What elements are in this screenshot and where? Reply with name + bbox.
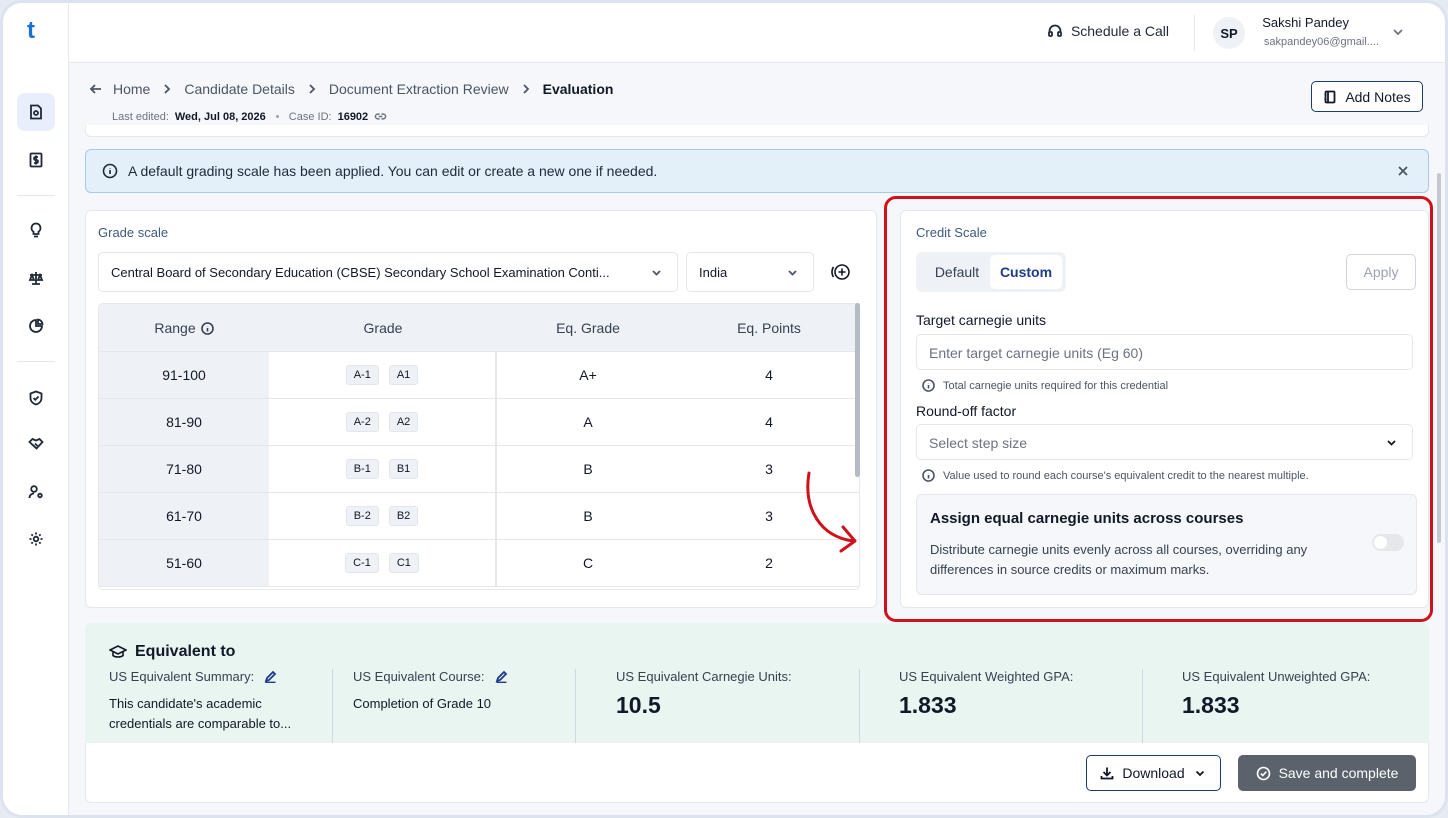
chevron-right-icon	[309, 84, 316, 94]
notebook-icon	[1324, 90, 1336, 103]
grade-chip: B-1	[345, 459, 379, 479]
grade-chip: B1	[388, 459, 419, 479]
sidebar-scale-icon[interactable]	[17, 259, 55, 297]
header-card-edge	[85, 125, 1429, 137]
sidebar-user-settings-icon[interactable]	[17, 473, 55, 511]
country-select[interactable]: India	[686, 252, 814, 292]
user-email: sakpandey06@gmail....	[1263, 36, 1379, 48]
sidebar-settings-icon[interactable]	[17, 520, 55, 558]
info-icon[interactable]	[196, 320, 214, 336]
grade-scale-title: Grade scale	[98, 225, 169, 240]
sidebar-shield-icon[interactable]	[17, 379, 55, 417]
user-menu-chevron-icon[interactable]	[1391, 25, 1405, 39]
sidebar: t	[3, 3, 69, 815]
grade-chip: C1	[388, 553, 419, 573]
table-row: 81-90 A-2 A2 A 4	[99, 399, 859, 446]
grade-chip: A-1	[345, 365, 379, 385]
highlight-box	[884, 196, 1433, 622]
headset-icon	[1048, 24, 1062, 37]
chevron-right-icon	[522, 84, 529, 94]
graduation-cap-icon	[109, 645, 127, 658]
carnegie-column: US Equivalent Carnegie Units: 10.5	[616, 669, 856, 745]
download-icon	[1100, 767, 1114, 780]
download-button[interactable]: Download	[1086, 755, 1221, 791]
breadcrumb-current: Evaluation	[542, 81, 614, 97]
breadcrumb: Home Candidate Details Document Extracti…	[89, 81, 613, 97]
column-header-eq-points: Eq. Points	[737, 319, 801, 336]
last-edited-value: Wed, Jul 08, 2026	[174, 110, 266, 123]
chevron-down-icon	[786, 266, 799, 282]
alert-text: A default grading scale has been applied…	[128, 163, 658, 179]
weighted-gpa-value: 1.833	[899, 692, 957, 718]
edit-pencil-icon[interactable]	[264, 670, 277, 683]
page-scrollbar[interactable]	[1437, 173, 1441, 543]
grade-chip: C-1	[345, 553, 379, 573]
add-notes-button[interactable]: Add Notes	[1311, 81, 1423, 112]
info-alert: A default grading scale has been applied…	[85, 149, 1429, 193]
topbar: Schedule a Call SP Sakshi Pandey sakpand…	[69, 3, 1445, 63]
sidebar-documents-icon[interactable]	[17, 93, 55, 131]
summary-column: US Equivalent Summary: This candidate's …	[109, 669, 319, 745]
grade-table: Range Grade Eq. Grade Eq. Points 91-100 …	[98, 303, 860, 590]
breadcrumb-document-extraction[interactable]: Document Extraction Review	[329, 81, 509, 97]
chevron-down-icon	[1195, 770, 1204, 777]
chevron-right-icon	[164, 84, 171, 94]
breadcrumb-home[interactable]: Home	[113, 81, 150, 97]
check-circle-icon	[1256, 766, 1270, 780]
column-header-range: Range	[99, 304, 269, 351]
equivalent-title: Equivalent to	[109, 643, 235, 661]
table-row: 61-70 B-2 B2 B 3	[99, 493, 859, 540]
app-window: t Schedule a Call SP Sakshi Pandey sakpa…	[0, 0, 1448, 818]
column-header-eq-grade: Eq. Grade	[556, 319, 620, 336]
user-name: Sakshi Pandey	[1262, 15, 1349, 30]
sidebar-handshake-icon[interactable]	[17, 425, 55, 463]
breadcrumb-candidate-details[interactable]: Candidate Details	[184, 81, 295, 97]
chevron-down-icon	[644, 266, 663, 282]
column-header-grade: Grade	[363, 319, 403, 336]
unweighted-gpa-column: US Equivalent Unweighted GPA: 1.833	[1182, 669, 1422, 745]
carnegie-value: 10.5	[616, 692, 661, 718]
grade-chip: A1	[388, 365, 419, 385]
link-icon[interactable]	[374, 110, 387, 123]
unweighted-gpa-value: 1.833	[1182, 692, 1240, 718]
add-scale-icon[interactable]	[830, 261, 852, 283]
grade-chip: B2	[388, 506, 419, 526]
board-select[interactable]: Central Board of Secondary Education (CB…	[98, 252, 678, 292]
save-complete-button[interactable]: Save and complete	[1238, 755, 1416, 791]
grade-chip: A-2	[345, 412, 379, 432]
sidebar-billing-icon[interactable]	[17, 141, 55, 179]
equivalent-panel: Equivalent to US Equivalent Summary: Thi…	[85, 623, 1429, 747]
schedule-call-button[interactable]: Schedule a Call	[1047, 23, 1169, 39]
table-row: 51-60 C-1 C1 C 2	[99, 540, 859, 587]
sidebar-ideas-icon[interactable]	[17, 211, 55, 249]
weighted-gpa-column: US Equivalent Weighted GPA: 1.833	[899, 669, 1139, 745]
course-value: Completion of Grade 10	[353, 696, 492, 711]
annotation-arrow-icon	[806, 471, 857, 553]
course-column: US Equivalent Course: Completion of Grad…	[353, 669, 563, 745]
schedule-call-label: Schedule a Call	[1070, 23, 1169, 39]
grade-scale-card: Grade scale Central Board of Secondary E…	[85, 210, 877, 608]
back-arrow-icon[interactable]	[89, 82, 103, 96]
case-meta: Last edited: Wed, Jul 08, 2026 Case ID: …	[112, 110, 387, 123]
grade-chip: B-2	[345, 506, 379, 526]
table-header-row: Range Grade Eq. Grade Eq. Points	[99, 304, 859, 352]
sidebar-analytics-icon[interactable]	[17, 307, 55, 345]
close-icon[interactable]	[1396, 164, 1410, 181]
avatar[interactable]: SP	[1213, 17, 1245, 49]
app-logo[interactable]: t	[27, 17, 35, 45]
summary-value: This candidate's academic credentials ar…	[109, 696, 292, 731]
case-id-value: 16902	[337, 110, 369, 123]
grade-chip: A2	[388, 412, 419, 432]
edit-pencil-icon[interactable]	[495, 670, 508, 683]
table-scrollbar[interactable]	[855, 303, 860, 477]
table-row: 71-80 B-1 B1 B 3	[99, 446, 859, 493]
table-row: 91-100 A-1 A1 A+ 4	[99, 352, 859, 399]
info-icon	[102, 163, 118, 179]
action-footer: Download Save and complete	[85, 743, 1429, 803]
